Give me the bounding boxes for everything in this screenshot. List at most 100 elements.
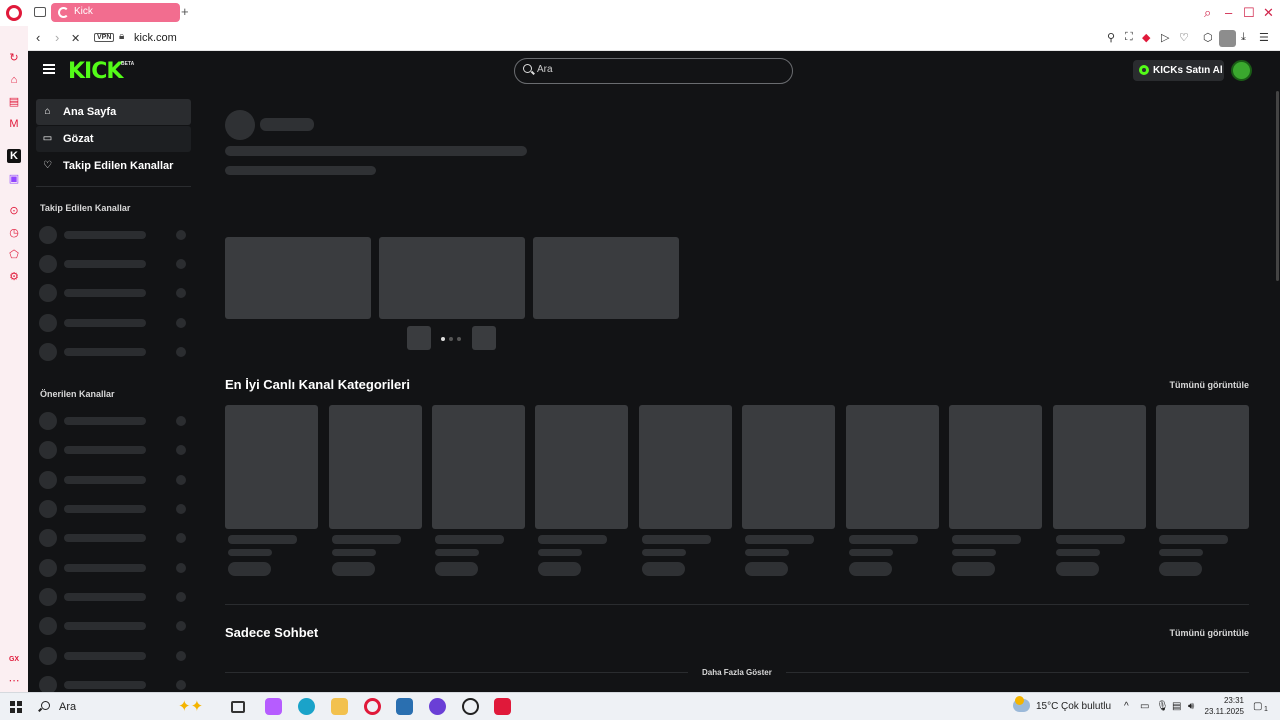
carousel-prev-button[interactable]	[407, 326, 431, 350]
category-card[interactable]	[432, 405, 525, 529]
user-avatar[interactable]	[1231, 60, 1252, 81]
carousel-card[interactable]	[533, 237, 679, 319]
category-card[interactable]	[329, 405, 422, 529]
category-card[interactable]	[742, 405, 835, 529]
play-icon[interactable]: ▷	[1161, 31, 1169, 44]
extensions-sidebar-icon[interactable]: ⬠	[7, 248, 21, 262]
snapshot-icon[interactable]: ⛶	[1125, 31, 1133, 44]
device-icon[interactable]: ▭	[1140, 701, 1149, 712]
player-icon[interactable]: ▤	[7, 95, 21, 109]
app-icon[interactable]	[396, 698, 413, 715]
copilot-app-icon[interactable]	[265, 698, 282, 715]
kick-sidebar-icon[interactable]: K	[7, 149, 21, 163]
twitch-icon[interactable]: ▣	[7, 172, 21, 186]
sidebar-item-label: Ana Sayfa	[63, 106, 117, 118]
crypto-wallet-icon[interactable]: ⌂	[7, 73, 21, 87]
sidebar-item-label: Takip Edilen Kanallar	[63, 160, 174, 172]
category-card[interactable]	[1156, 405, 1249, 529]
workspace-icon[interactable]	[34, 7, 46, 17]
carousel-dot[interactable]	[449, 337, 453, 341]
vpn-badge[interactable]: VPN	[94, 33, 115, 42]
network-icon[interactable]: ▤	[1172, 701, 1181, 712]
carousel-card[interactable]	[379, 237, 525, 319]
search-tabs-icon[interactable]: ⌕	[1204, 5, 1211, 21]
category-card[interactable]	[846, 405, 939, 529]
aria-icon[interactable]: ↻	[7, 51, 21, 65]
category-card[interactable]	[225, 405, 318, 529]
file-explorer-icon[interactable]	[331, 698, 348, 715]
buy-kicks-button[interactable]: KICKs Satın Al	[1133, 60, 1224, 81]
download-icon[interactable]: ⤓	[1241, 31, 1246, 44]
category-card[interactable]	[949, 405, 1042, 529]
heart-outline-icon[interactable]: ♡	[1179, 31, 1189, 44]
notification-icon[interactable]: ▢	[1253, 701, 1262, 712]
skeleton-tag	[642, 562, 685, 576]
clock-icon[interactable]: ◷	[7, 226, 21, 240]
carousel-dot[interactable]	[441, 337, 445, 341]
close-window-button[interactable]: ✕	[1263, 5, 1274, 21]
back-button[interactable]: ‹	[36, 30, 40, 45]
maximize-button[interactable]: ☐	[1243, 5, 1255, 21]
weather-cloud-icon[interactable]	[1013, 696, 1030, 712]
search-input[interactable]	[537, 64, 777, 75]
volume-icon[interactable]: 🔊︎	[1188, 701, 1194, 712]
messenger-icon[interactable]: M	[7, 117, 21, 131]
more-icon[interactable]: ⋯	[7, 674, 21, 688]
browser-tab[interactable]: Kick	[51, 3, 180, 22]
microphone-icon[interactable]: 🎙︎	[1156, 701, 1169, 712]
category-card[interactable]	[1053, 405, 1146, 529]
extensions-icon[interactable]: ⬡	[1203, 31, 1213, 44]
sidebar-item-home[interactable]: ⌂ Ana Sayfa	[36, 99, 191, 125]
hamburger-menu-icon[interactable]	[43, 64, 55, 74]
skeleton-line	[642, 535, 711, 544]
category-card[interactable]	[639, 405, 732, 529]
forward-button[interactable]: ›	[55, 30, 59, 45]
skeleton-line	[642, 549, 686, 556]
new-tab-button[interactable]: +	[181, 4, 189, 19]
kick-sidebar-nav: ⌂ Ana Sayfa ▭ Gözat ♡ Takip Edilen Kanal…	[36, 99, 191, 180]
opera-logo-icon[interactable]	[6, 5, 22, 21]
carousel-dot[interactable]	[457, 337, 461, 341]
weather-text[interactable]: Çok bulutlu	[1061, 701, 1111, 712]
chat-only-view-all-link[interactable]: Tümünü görüntüle	[1170, 628, 1249, 638]
skeleton-line	[745, 549, 789, 556]
history-play-icon[interactable]: ⊙	[7, 204, 21, 218]
windows-start-icon[interactable]	[10, 701, 22, 713]
task-view-icon[interactable]	[231, 701, 245, 713]
system-clock[interactable]: 23:31 23.11.2025	[1198, 695, 1244, 717]
opera-gx-app-icon[interactable]	[364, 698, 381, 715]
sidebar-item-browse[interactable]: ▭ Gözat	[36, 126, 191, 152]
chevron-up-icon[interactable]: ^	[1124, 701, 1129, 712]
skeleton-tag	[332, 562, 375, 576]
profile-avatar[interactable]	[1219, 30, 1236, 47]
app-icon[interactable]	[494, 698, 511, 715]
discord-app-icon[interactable]	[429, 698, 446, 715]
carousel-card[interactable]	[225, 237, 371, 319]
minimize-button[interactable]: –	[1225, 5, 1232, 20]
clock-date: 23.11.2025	[1204, 707, 1244, 716]
taskbar-search-text: Ara	[59, 701, 77, 713]
pocket-icon[interactable]: ◆	[1142, 31, 1150, 44]
skeleton-channel-row	[39, 412, 189, 430]
skeleton-line	[952, 535, 1021, 544]
stop-loading-button[interactable]: ✕	[71, 32, 80, 45]
temperature[interactable]: 15°C	[1036, 701, 1058, 712]
url-field[interactable]: kick.com	[134, 32, 177, 44]
settings-icon[interactable]: ⚙	[7, 270, 21, 284]
gx-icon[interactable]: GX	[7, 653, 21, 667]
menu-icon[interactable]: ☰	[1259, 31, 1269, 44]
app-icon[interactable]	[462, 698, 479, 715]
taskbar-search[interactable]: Ara ✦✦	[32, 695, 218, 719]
pin-icon[interactable]: ⚲	[1107, 31, 1115, 44]
page-scrollbar[interactable]	[1276, 91, 1279, 281]
carousel-next-button[interactable]	[472, 326, 496, 350]
lock-icon[interactable]: 🔒︎	[119, 31, 124, 42]
category-card[interactable]	[535, 405, 628, 529]
search-bar[interactable]	[514, 58, 793, 84]
edge-app-icon[interactable]	[298, 698, 315, 715]
categories-view-all-link[interactable]: Tümünü görüntüle	[1170, 380, 1249, 390]
kick-logo[interactable]: KICK	[68, 59, 123, 84]
home-icon: ⌂	[44, 106, 51, 117]
show-more-button[interactable]: Daha Fazla Göster	[688, 668, 786, 677]
sidebar-item-following[interactable]: ♡ Takip Edilen Kanallar	[36, 153, 191, 179]
